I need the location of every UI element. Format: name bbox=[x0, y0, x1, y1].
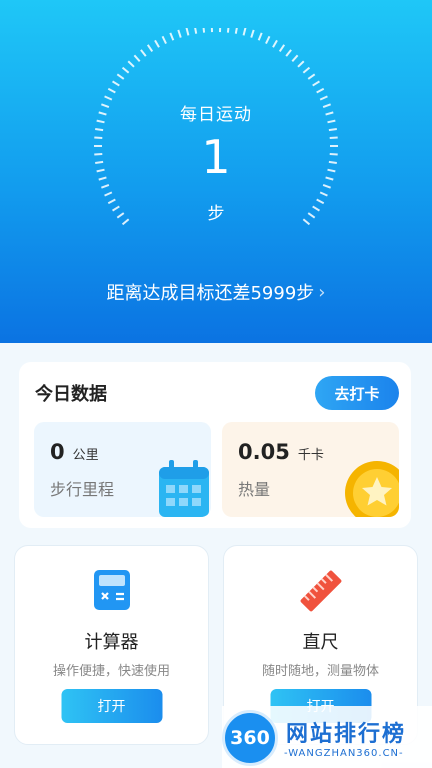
distance-label: 步行里程 bbox=[50, 480, 115, 499]
calories-label: 热量 bbox=[238, 480, 271, 499]
dial-tick bbox=[116, 73, 125, 80]
dial-tick bbox=[146, 44, 154, 53]
dial-tick bbox=[234, 28, 238, 34]
dial-tick bbox=[307, 73, 316, 80]
dial-tick bbox=[161, 35, 167, 44]
dial-tick bbox=[250, 29, 255, 38]
dial-tick bbox=[140, 49, 147, 57]
ruler-icon bbox=[300, 570, 341, 612]
calories-unit: 千卡 bbox=[297, 448, 324, 463]
dial-tick bbox=[169, 32, 175, 41]
calculator-card: 计算器 操作便捷，快速使用 打开 bbox=[14, 545, 209, 745]
calculator-icon bbox=[93, 570, 130, 610]
dial-tick bbox=[177, 29, 182, 38]
distance-value-row: 0 公里 bbox=[50, 440, 99, 464]
calendar-icon bbox=[159, 460, 209, 517]
dial-tick bbox=[121, 66, 130, 74]
step-count: 1 bbox=[201, 130, 231, 184]
watermark-name: 网站排行榜 bbox=[286, 722, 407, 747]
today-data-title: 今日数据 bbox=[35, 384, 107, 405]
open-calculator-button[interactable]: 打开 bbox=[61, 689, 162, 723]
dial-tick bbox=[319, 191, 328, 197]
watermark-url: -WANGZHAN360.CN- bbox=[284, 748, 404, 759]
distance-value: 0 bbox=[50, 440, 65, 464]
dial-tick bbox=[272, 39, 278, 48]
dial-tick bbox=[202, 28, 206, 33]
chevron-right-icon: › bbox=[318, 281, 326, 303]
tool-desc: 操作便捷，快速使用 bbox=[52, 664, 170, 679]
dial-tick bbox=[104, 191, 113, 197]
dial-tick bbox=[185, 28, 190, 36]
tool-desc: 随时随地，测量物体 bbox=[261, 664, 379, 679]
calories-value: 0.05 bbox=[238, 440, 290, 464]
watermark-badge: 360 bbox=[222, 710, 278, 766]
dial-tick bbox=[226, 28, 230, 33]
dial-tick bbox=[101, 184, 110, 189]
step-unit: 步 bbox=[207, 204, 225, 224]
calories-tile: 0.05 千卡 热量 bbox=[222, 422, 399, 517]
dial-tick bbox=[242, 28, 247, 36]
dial-tick bbox=[112, 80, 120, 87]
tool-name: 直尺 bbox=[302, 632, 339, 653]
dial-tick bbox=[127, 60, 135, 68]
hero-panel: 每日运动 1 步 距离达成目标还差5999步 › bbox=[0, 0, 432, 343]
tool-name: 计算器 bbox=[84, 632, 139, 653]
dial-tick bbox=[291, 54, 299, 62]
check-in-button[interactable]: 去打卡 bbox=[315, 376, 399, 410]
dial-tick bbox=[265, 35, 271, 44]
dial-tick bbox=[154, 39, 160, 48]
today-data-card: 今日数据 去打卡 0 公里 步行里程 0.05 千卡 热量 bbox=[19, 362, 411, 528]
distance-unit: 公里 bbox=[72, 448, 99, 463]
dial-tick bbox=[133, 54, 141, 62]
site-watermark: 360 网站排行榜 -WANGZHAN360.CN- bbox=[222, 706, 432, 768]
dial-tick bbox=[278, 44, 286, 53]
goal-remaining-link[interactable]: 距离达成目标还差5999步 › bbox=[0, 278, 432, 306]
calories-value-row: 0.05 千卡 bbox=[238, 440, 324, 464]
dial-tick bbox=[316, 87, 325, 94]
star-coin-icon bbox=[345, 461, 399, 517]
dial-tick bbox=[194, 28, 198, 34]
daily-exercise-title: 每日运动 bbox=[180, 105, 252, 125]
goal-remaining-text: 距离达成目标还差5999步 bbox=[106, 283, 315, 304]
dial-tick bbox=[257, 32, 263, 41]
dial-tick bbox=[322, 184, 331, 189]
distance-tile: 0 公里 步行里程 bbox=[34, 422, 211, 517]
dial-tick bbox=[107, 87, 116, 94]
dial-tick bbox=[312, 80, 320, 87]
dial-tick bbox=[297, 60, 305, 68]
dial-tick bbox=[302, 66, 311, 74]
dial-tick bbox=[285, 49, 292, 57]
